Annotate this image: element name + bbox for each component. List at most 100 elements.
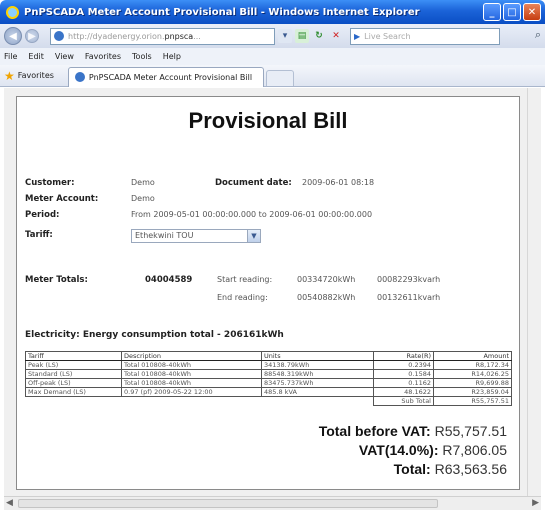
start-reading-kwh: 00334720kWh [297,275,356,284]
table-cell: 0.97 (pf) 2009-05-22 12:00 [121,387,262,397]
column-header: Tariff [25,351,122,361]
period-value: From 2009-05-01 00:00:00.000 to 2009-06-… [131,210,373,219]
tab-title: PnPSCADA Meter Account Provisional Bill [88,72,253,82]
total-before-vat-label: Total before VAT: [318,423,431,439]
table-row: Peak (LS) Total 010808-40kWh 34138.79kWh… [25,360,512,370]
table-cell: Total 010808-40kWh [121,378,262,388]
table-cell: 48.1622 [373,387,434,397]
bill-title: Provisional Bill [188,108,348,133]
menu-tools[interactable]: Tools [132,52,152,61]
column-header: Description [121,351,262,361]
grand-total: Total: R63,563.56 [394,461,507,477]
table-cell: R9,699.88 [433,378,512,388]
table-cell: Total 010808-40kWh [121,360,262,370]
address-input[interactable]: http://dyadenergy.orion. pnpsca... [50,27,275,45]
menu-help[interactable]: Help [163,52,181,61]
bill-document: Provisional Bill Customer: Demo Document… [16,96,520,490]
vat-label: VAT(14.0%): [358,442,439,458]
table-cell: 83475.737kWh [261,378,374,388]
browser-tab-active[interactable]: PnPSCADA Meter Account Provisional Bill [67,66,264,87]
customer-label: Customer: [25,178,75,188]
refresh-icon[interactable]: ↻ [312,29,326,43]
search-go-icon[interactable]: ⌕ [535,28,541,42]
vat-value: R7,806.05 [442,442,507,458]
url-prefix: http://dyadenergy.orion. [68,31,165,41]
table-cell: 0.1584 [373,369,434,379]
meter-number: 04004589 [145,275,193,285]
table-cell: R14,026.25 [433,369,512,379]
period-label: Period: [25,210,60,220]
forward-button[interactable]: ▶ [25,29,39,43]
favorites-button[interactable]: Favorites [18,71,54,80]
table-cell: 88548.319kWh [261,369,374,379]
energy-consumption-heading: Electricity: Energy consumption total - … [25,330,284,340]
scroll-left-icon[interactable]: ◀ [6,498,13,508]
vat-line: VAT(14.0%): R7,806.05 [359,442,507,458]
search-input[interactable]: ▶ Live Search [350,27,500,45]
tariff-label: Tariff: [25,230,53,240]
chevron-down-icon[interactable]: ▼ [247,230,260,242]
live-search-icon: ▶ [354,31,361,41]
window-titlebar: PnPSCADA Meter Account Provisional Bill … [0,0,545,24]
table-row: Standard (LS) Total 010808-40kWh 88548.3… [25,369,512,379]
scroll-right-icon[interactable]: ▶ [532,498,539,508]
subtotal-label: Sub Total [373,396,434,406]
table-header-row: Tariff Description Units Rate(R) Amount [25,351,512,361]
menu-file[interactable]: File [4,52,17,61]
table-cell: Peak (LS) [25,360,122,370]
table-cell: Max Demand (LS) [25,387,122,397]
start-reading-kvarh: 00082293kvarh [377,275,441,284]
meter-account-label: Meter Account: [25,194,99,204]
subtotal-value: R55,757.51 [433,396,512,406]
subtotal-row: Sub Total R55,757.51 [26,396,512,406]
total-before-vat-value: R55,757.51 [434,423,507,439]
end-reading-kvarh: 00132611kvarh [377,293,441,302]
end-reading-label: End reading: [217,293,268,302]
favorites-bar: ★ Favorites PnPSCADA Meter Account Provi… [0,65,545,87]
menu-view[interactable]: View [55,52,74,61]
favorites-star-icon[interactable]: ★ [4,69,15,83]
minimize-button[interactable]: _ [483,3,501,21]
table-cell: 0.2394 [373,360,434,370]
url-suffix: ... [193,31,201,41]
table-cell: Total 010808-40kWh [121,369,262,379]
meter-totals-label: Meter Totals: [25,275,88,285]
table-cell: R23,859.04 [433,387,512,397]
compatibility-view-icon[interactable]: ▤ [295,29,309,43]
table-cell: 0.1162 [373,378,434,388]
menu-favorites[interactable]: Favorites [85,52,121,61]
page-viewport: Provisional Bill Customer: Demo Document… [4,88,527,496]
new-tab-button[interactable] [265,69,294,86]
tariff-select[interactable]: Ethekwini TOU ▼ [131,229,261,243]
url-host: pnpsca [164,31,194,41]
search-placeholder: Live Search [364,31,411,41]
start-reading-label: Start reading: [217,275,273,284]
back-button[interactable]: ◀ [4,27,22,45]
tariff-selected-value: Ethekwini TOU [135,231,194,240]
address-toolbar: ◀ ▶ http://dyadenergy.orion. pnpsca... ▾ … [0,24,545,48]
table-cell: 34138.79kWh [261,360,374,370]
total-value: R63,563.56 [434,461,507,477]
bill-table: Tariff Description Units Rate(R) Amount … [25,351,512,406]
horizontal-scrollbar[interactable]: ◀ ▶ [4,496,541,510]
table-row: Off-peak (LS) Total 010808-40kWh 83475.7… [25,378,512,388]
menu-edit[interactable]: Edit [28,52,44,61]
table-cell: R8,172.34 [433,360,512,370]
close-button[interactable]: ✕ [523,3,541,21]
menu-bar: File Edit View Favorites Tools Help [0,48,545,65]
ie-logo-icon [6,5,19,19]
vertical-scrollbar[interactable] [527,88,541,496]
scrollbar-thumb[interactable] [18,499,438,508]
window-title: PnPSCADA Meter Account Provisional Bill … [24,6,420,18]
document-date-value: 2009-06-01 08:18 [302,178,375,187]
end-reading-kwh: 00540882kWh [297,293,356,302]
column-header: Rate(R) [373,351,434,361]
address-dropdown-icon[interactable]: ▾ [278,29,292,43]
table-cell: Standard (LS) [25,369,122,379]
stop-icon[interactable]: ✕ [329,29,343,43]
table-row: Max Demand (LS) 0.97 (pf) 2009-05-22 12:… [25,387,512,397]
maximize-button[interactable]: □ [503,3,521,21]
page-favicon-icon [54,31,64,41]
meter-account-value: Demo [131,194,155,203]
table-cell: 485.8 kVA [261,387,374,397]
